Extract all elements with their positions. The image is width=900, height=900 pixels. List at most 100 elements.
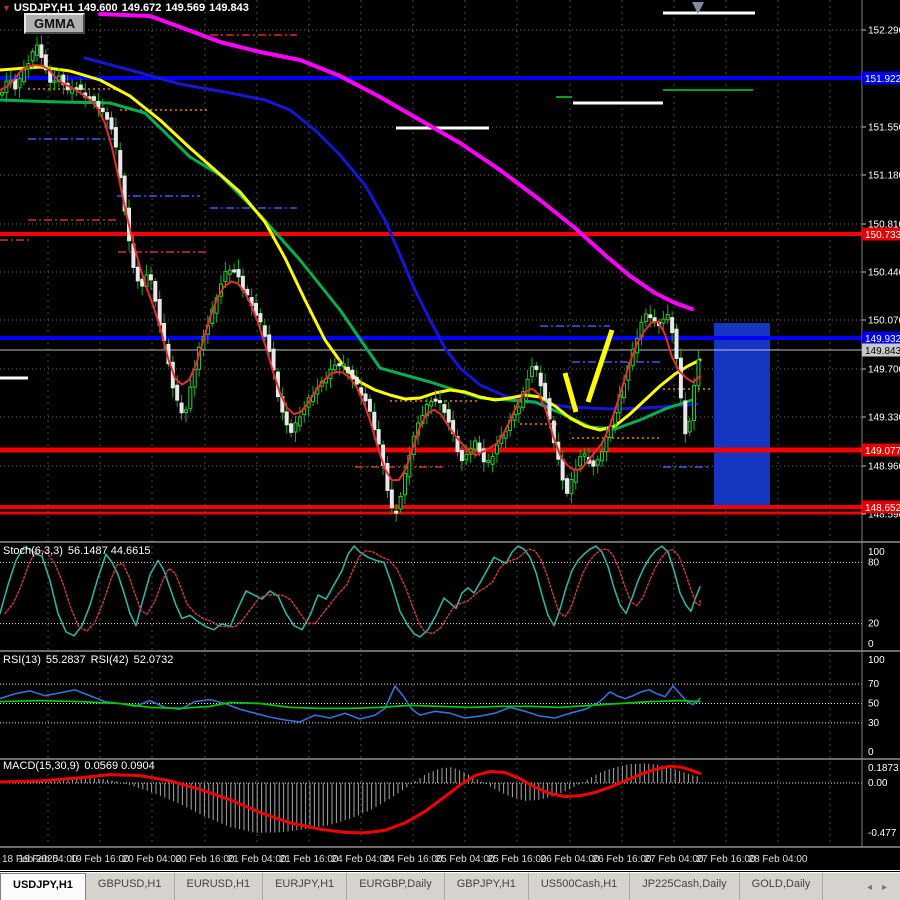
candle-body xyxy=(670,317,675,334)
gmma-indicator-label: GMMA xyxy=(24,13,86,34)
candle-body xyxy=(438,400,442,404)
time-axis-label: 27 Feb 16:00 xyxy=(697,854,756,865)
candle-body xyxy=(683,400,688,435)
price-axis-badge-label: 148.652 xyxy=(865,503,900,514)
macd-axis-label: 0.00 xyxy=(868,778,888,789)
time-axis-label: 25 Feb 04:00 xyxy=(436,854,495,865)
chart-tab-gold-daily[interactable]: GOLD,Daily xyxy=(740,873,824,900)
chart-tab-us500cash-h1[interactable]: US500Cash,H1 xyxy=(529,873,631,900)
chart-tab-jp225cash-daily[interactable]: JP225Cash,Daily xyxy=(630,873,740,900)
candle-body xyxy=(113,127,118,148)
red-fast-ma-line xyxy=(0,64,701,482)
macd-values: 0.0569 0.0904 xyxy=(84,760,155,772)
candle-body xyxy=(490,455,495,465)
price-axis-badge-label: 151.922 xyxy=(865,74,900,85)
quote-high: 149.672 xyxy=(121,2,162,14)
chart-tab-eurjpy-h1[interactable]: EURJPY,H1 xyxy=(263,873,348,900)
candle-body xyxy=(91,96,96,101)
candle-body xyxy=(643,313,648,323)
candle-body xyxy=(289,423,294,433)
candle-body xyxy=(153,281,158,302)
price-axis-label: 152.290 xyxy=(868,26,900,37)
candle-body xyxy=(565,478,570,494)
gmma-green-ma-line xyxy=(0,98,697,431)
candle-body xyxy=(538,372,543,387)
time-axis-label: 26 Feb 04:00 xyxy=(541,854,600,865)
quote-close: 149.843 xyxy=(209,2,249,14)
chart-tab-eurusd-h1[interactable]: EURUSD,H1 xyxy=(175,873,264,900)
candle-body xyxy=(109,117,114,130)
candle-body xyxy=(494,444,499,455)
chart-tabs-bar: USDJPY,H1 GBPUSD,H1 EURUSD,H1 EURJPY,H1 EURG… xyxy=(0,872,900,900)
stoch-name: Stoch(6,3,3) xyxy=(3,545,63,557)
candle-body xyxy=(696,359,701,387)
time-axis-label: 19 Feb 16:00 xyxy=(71,854,130,865)
candle-body xyxy=(429,400,434,407)
rsi-axis-label: 70 xyxy=(868,679,880,690)
mt4-window: 152.290151.550151.180150.810150.440150.0… xyxy=(0,0,900,900)
candle-body xyxy=(389,489,394,509)
gmma-magenta-ma-line xyxy=(98,12,694,311)
stoch-indicator-label: Stoch(6,3,3) 56.1487 44.6615 xyxy=(3,545,156,557)
chart-tab-usdjpy-h1[interactable]: USDJPY,H1 xyxy=(0,873,86,900)
rsi-indicator-label: RSI(13) 55.2837 RSI(42) 52.0732 xyxy=(3,654,178,666)
candle-body xyxy=(516,406,521,415)
price-axis-label: 149.700 xyxy=(868,365,900,376)
rsi-axis-label: 100 xyxy=(868,655,885,666)
candle-body xyxy=(459,450,464,462)
candle-body xyxy=(341,363,346,367)
price-axis-label: 151.180 xyxy=(868,171,900,182)
tab-scroll-right-icon[interactable]: ▸ xyxy=(877,882,892,893)
candle-body xyxy=(394,510,399,514)
candle-body xyxy=(350,369,355,380)
candle-body xyxy=(78,84,83,90)
candle-body xyxy=(433,398,438,402)
stoch-axis-label: 20 xyxy=(868,619,880,630)
tab-scroll-left-icon[interactable]: ◂ xyxy=(862,882,877,893)
rsi-axis-label: 30 xyxy=(868,718,880,729)
macd-name: MACD(15,30,9) xyxy=(3,760,80,772)
candle-body xyxy=(100,107,105,113)
price-chart-canvas[interactable]: 152.290151.550151.180150.810150.440150.0… xyxy=(0,0,900,872)
candle-body xyxy=(183,409,188,414)
candle-body xyxy=(148,274,153,281)
chart-tab-gbpusd-h1[interactable]: GBPUSD,H1 xyxy=(86,873,175,900)
time-axis-label: 24 Feb 04:00 xyxy=(332,854,391,865)
candle-body xyxy=(569,478,574,495)
candle-body xyxy=(595,458,600,466)
candle-body xyxy=(534,365,539,370)
candle-body xyxy=(398,496,403,510)
candle-body xyxy=(188,386,193,410)
candle-body xyxy=(267,334,272,352)
price-axis-label: 149.330 xyxy=(868,413,900,424)
candle-body xyxy=(446,409,451,423)
candle-body xyxy=(35,44,40,56)
candle-body xyxy=(678,357,683,399)
chart-tab-gbpjpy-h1[interactable]: GBPJPY,H1 xyxy=(445,873,529,900)
candle-body xyxy=(543,382,548,401)
stoch-axis-label: 100 xyxy=(868,547,885,558)
candle-body xyxy=(648,314,653,319)
candle-body xyxy=(258,313,263,323)
symbol-marker-icon: ▼ xyxy=(2,3,11,13)
time-axis-label: 25 Feb 16:00 xyxy=(488,854,547,865)
candle-body xyxy=(227,269,232,275)
macd-axis-label: -0.477 xyxy=(868,828,897,839)
candle-body xyxy=(604,436,609,453)
time-axis-label: 24 Feb 16:00 xyxy=(384,854,443,865)
candle-body xyxy=(442,404,447,413)
candle-body xyxy=(473,440,478,450)
chart-tab-eurgbp-daily[interactable]: EURGBP,Daily xyxy=(347,873,445,900)
rsi-axis-label: 50 xyxy=(868,699,880,710)
candle-body xyxy=(179,402,184,414)
candle-body xyxy=(346,366,351,374)
candle-body xyxy=(661,318,666,324)
candle-body xyxy=(529,366,534,377)
candle-body xyxy=(0,91,4,96)
yellow-annotation-stroke xyxy=(585,329,615,403)
candle-body xyxy=(105,112,110,120)
candle-body xyxy=(354,376,359,385)
tab-scroll-controls: ◂ ▸ xyxy=(862,873,900,900)
time-axis-label: 27 Feb 04:00 xyxy=(645,854,704,865)
candle-body xyxy=(372,411,377,431)
